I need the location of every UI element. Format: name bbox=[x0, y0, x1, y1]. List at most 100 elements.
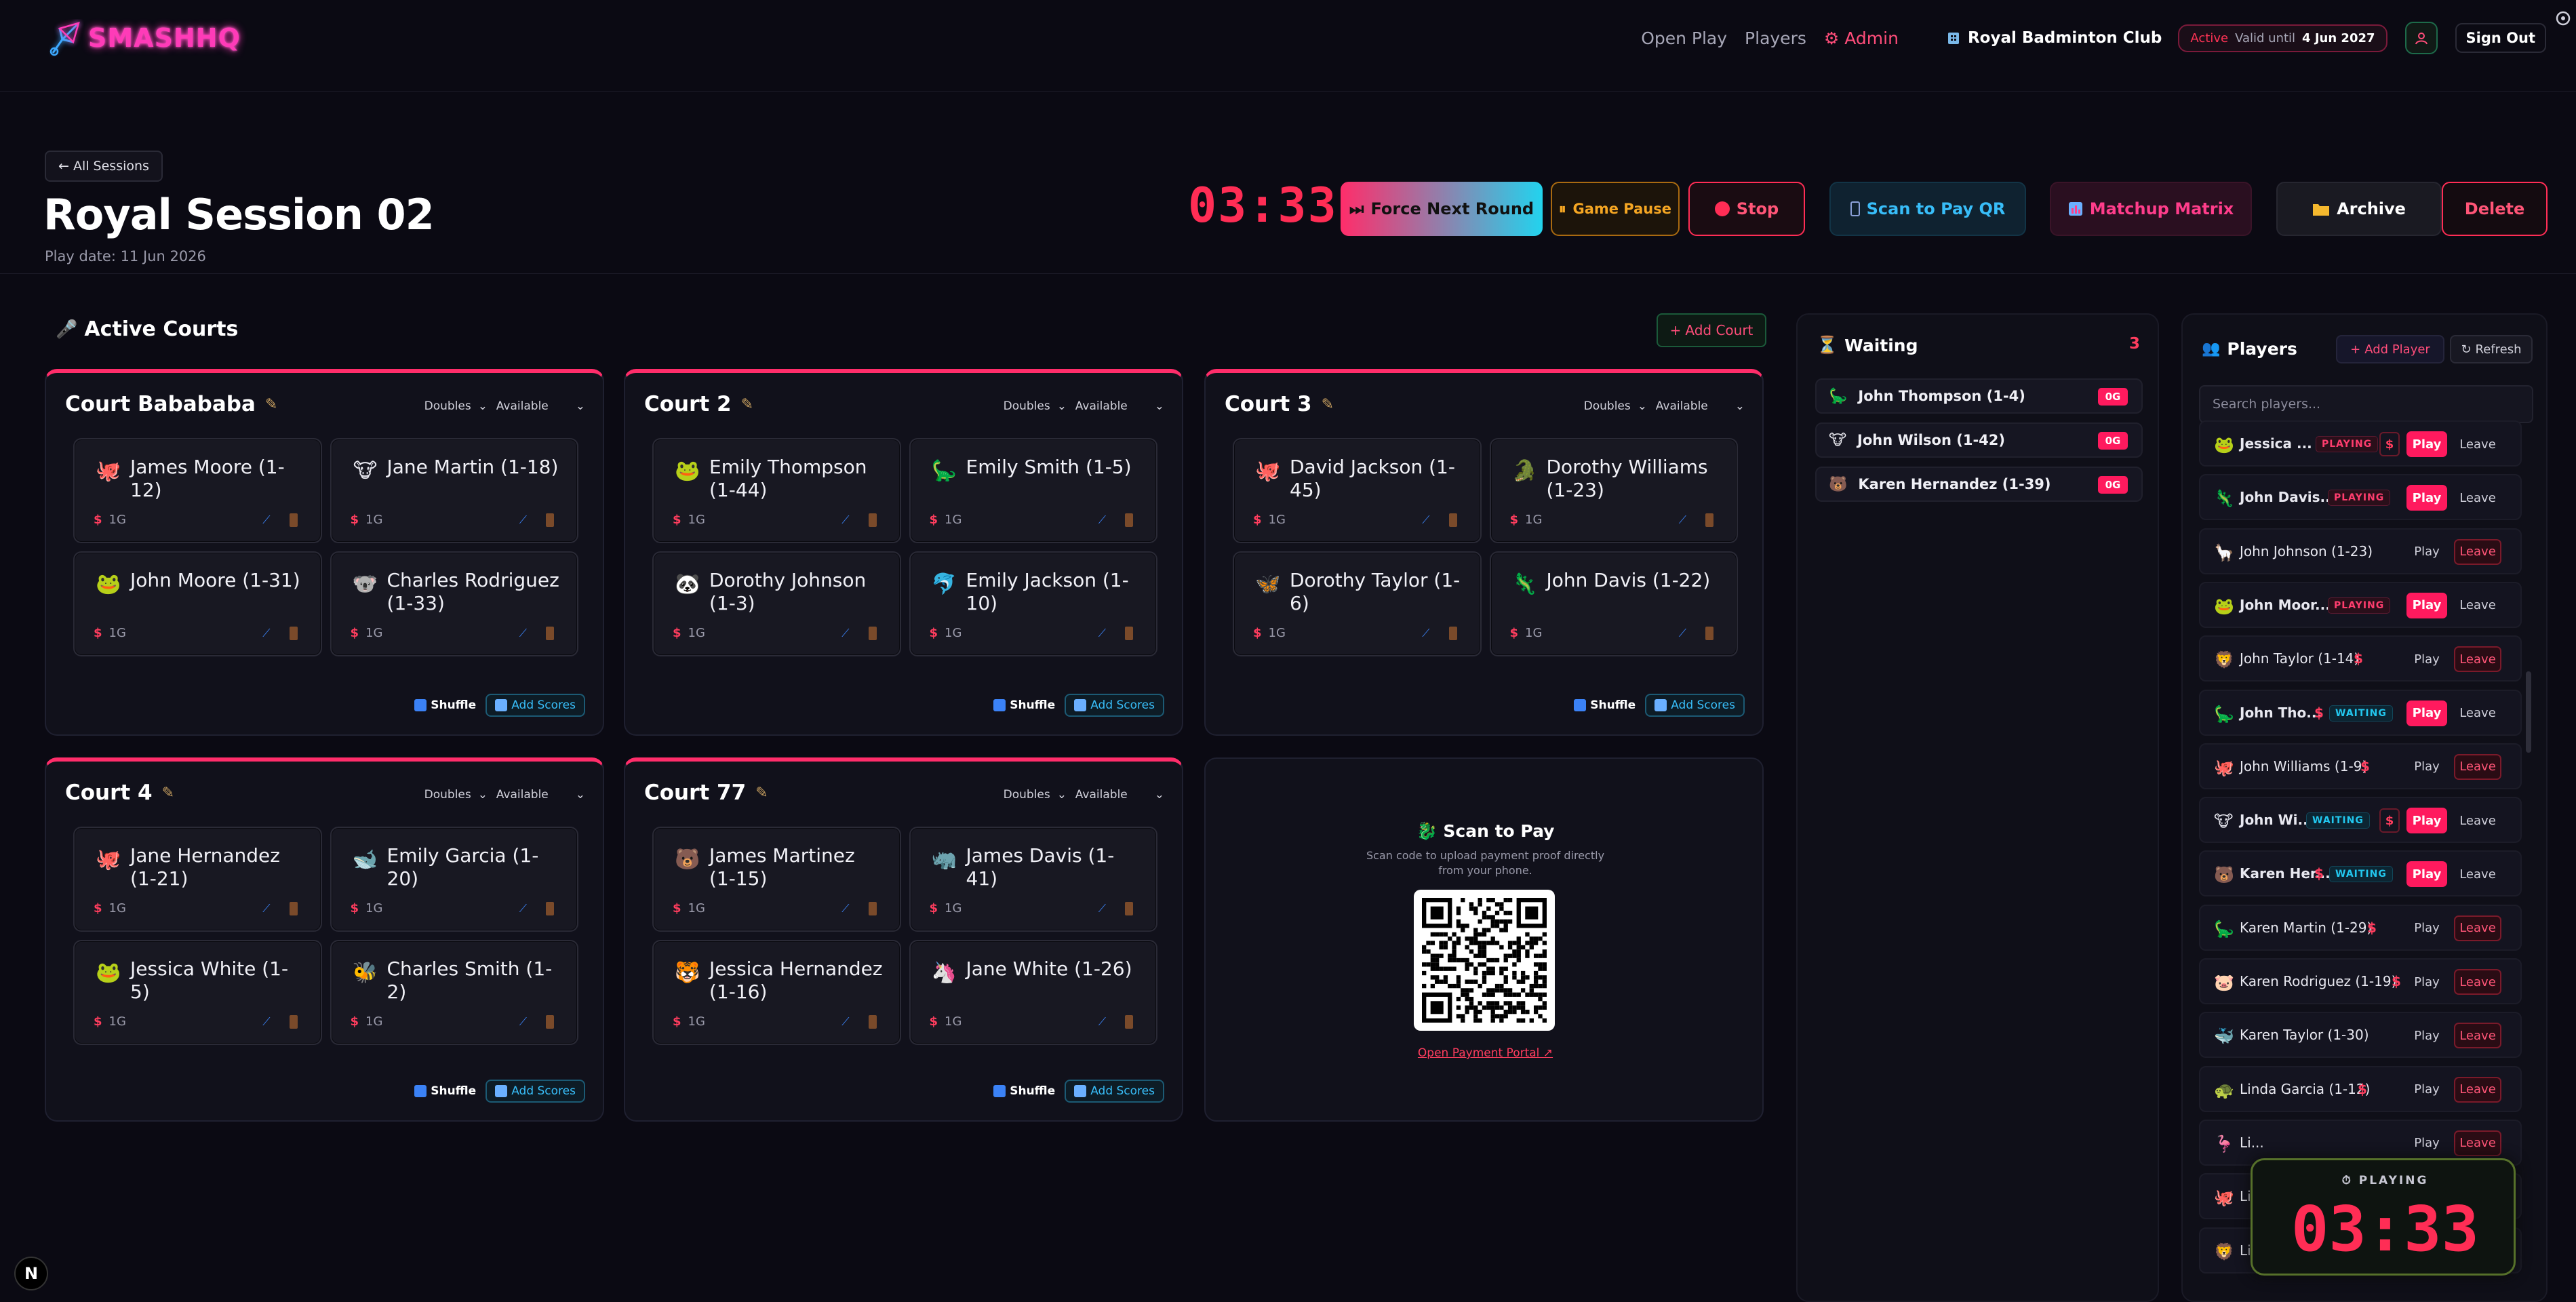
waiting-item[interactable]: 🦕 John Thompson (1-4) 0G bbox=[1815, 378, 2143, 414]
swap-icon[interactable]: ⟋ bbox=[1098, 902, 1106, 915]
force-next-round-button[interactable]: ⏭ Force Next Round bbox=[1341, 182, 1543, 236]
player-card[interactable]: 🐸 Jessica White (1-5) $1G ⟋ bbox=[73, 940, 322, 1045]
edit-pencil-icon[interactable]: ✎ bbox=[741, 396, 753, 413]
court-type-select[interactable]: Doubles ⌄ bbox=[424, 783, 488, 806]
player-card[interactable]: 🐻 James Martinez (1-15) $1G ⟋ bbox=[652, 827, 901, 932]
player-card[interactable]: 🐼 Dorothy Johnson (1-3) $1G ⟋ bbox=[652, 551, 901, 656]
add-scores-button[interactable]: Add Scores bbox=[486, 694, 585, 717]
player-card[interactable]: 🦕 Emily Smith (1-5) $1G ⟋ bbox=[909, 438, 1157, 543]
player-card[interactable]: 🦏 James Davis (1-41) $1G ⟋ bbox=[909, 827, 1157, 932]
swap-icon[interactable]: ⟋ bbox=[1679, 627, 1686, 640]
play-button[interactable]: Play bbox=[2406, 1077, 2447, 1103]
bench-icon[interactable] bbox=[868, 902, 877, 915]
swap-icon[interactable]: ⟋ bbox=[1679, 513, 1686, 527]
swap-icon[interactable]: ⟋ bbox=[519, 627, 527, 640]
nav-open-play[interactable]: Open Play bbox=[1641, 28, 1727, 48]
all-sessions-link[interactable]: ← All Sessions bbox=[45, 151, 163, 182]
swap-icon[interactable]: ⟋ bbox=[841, 1015, 849, 1029]
bench-icon[interactable] bbox=[546, 627, 554, 640]
shuffle-button[interactable]: Shuffle bbox=[414, 694, 476, 717]
bench-icon[interactable] bbox=[1125, 902, 1133, 915]
swap-icon[interactable]: ⟋ bbox=[262, 902, 270, 915]
player-card[interactable]: 🐙 Jane Hernandez (1-21) $1G ⟋ bbox=[73, 827, 322, 932]
leave-button[interactable]: Leave bbox=[2454, 646, 2501, 673]
swap-icon[interactable]: ⟋ bbox=[1422, 513, 1429, 527]
leave-button[interactable]: Leave bbox=[2454, 1130, 2501, 1156]
play-button[interactable]: Play bbox=[2406, 1130, 2447, 1156]
court-status-select[interactable]: Available ⌄ bbox=[1656, 395, 1745, 418]
edit-pencil-icon[interactable]: ✎ bbox=[755, 785, 768, 802]
delete-button[interactable]: Delete bbox=[2442, 182, 2548, 236]
bench-icon[interactable] bbox=[1705, 627, 1713, 640]
bench-icon[interactable] bbox=[1705, 513, 1713, 527]
swap-icon[interactable]: ⟋ bbox=[841, 513, 849, 527]
leave-button[interactable]: Leave bbox=[2454, 538, 2501, 565]
swap-icon[interactable]: ⟋ bbox=[1098, 513, 1106, 527]
leave-button[interactable]: Leave bbox=[2454, 808, 2501, 833]
swap-icon[interactable]: ⟋ bbox=[262, 1015, 270, 1029]
add-player-button[interactable]: + Add Player bbox=[2336, 335, 2444, 363]
leave-button[interactable]: Leave bbox=[2454, 431, 2501, 457]
bench-icon[interactable] bbox=[546, 1015, 554, 1029]
leave-button[interactable]: Leave bbox=[2454, 861, 2501, 887]
bench-icon[interactable] bbox=[1448, 513, 1457, 527]
player-card[interactable]: 🐨 Charles Rodriguez (1-33) $1G ⟋ bbox=[330, 551, 578, 656]
player-card[interactable]: 🐙 James Moore (1-12) $1G ⟋ bbox=[73, 438, 322, 543]
floating-timer[interactable]: ⏱ PLAYING 03:33 bbox=[2251, 1158, 2516, 1276]
bench-icon[interactable] bbox=[1125, 1015, 1133, 1029]
add-court-button[interactable]: + Add Court bbox=[1657, 313, 1766, 347]
court-status-select[interactable]: Available ⌄ bbox=[1075, 395, 1164, 418]
play-button[interactable]: Play bbox=[2406, 1023, 2447, 1048]
game-pause-button[interactable]: ⏸ Game Pause bbox=[1551, 182, 1680, 236]
swap-icon[interactable]: ⟋ bbox=[1098, 627, 1106, 640]
player-card[interactable]: 🐙 David Jackson (1-45) $1G ⟋ bbox=[1233, 438, 1482, 543]
court-type-select[interactable]: Doubles ⌄ bbox=[1004, 395, 1067, 418]
court-type-select[interactable]: Doubles ⌄ bbox=[1004, 783, 1067, 806]
play-button[interactable]: Play bbox=[2406, 915, 2447, 941]
matchup-matrix-button[interactable]: Matchup Matrix bbox=[2050, 182, 2252, 236]
archive-button[interactable]: Archive bbox=[2276, 182, 2442, 236]
play-button[interactable]: Play bbox=[2406, 539, 2447, 565]
bench-icon[interactable] bbox=[289, 627, 298, 640]
settings-gear-icon[interactable] bbox=[2554, 9, 2572, 27]
leave-button[interactable]: Leave bbox=[2454, 593, 2501, 618]
shuffle-button[interactable]: Shuffle bbox=[1574, 694, 1636, 717]
bench-icon[interactable] bbox=[1448, 627, 1457, 640]
add-scores-button[interactable]: Add Scores bbox=[1645, 694, 1745, 717]
player-card[interactable]: 🐮 Jane Martin (1-18) $1G ⟋ bbox=[330, 438, 578, 543]
leave-button[interactable]: Leave bbox=[2454, 485, 2501, 511]
swap-icon[interactable]: ⟋ bbox=[841, 627, 849, 640]
nav-admin[interactable]: ⚙ Admin bbox=[1824, 28, 1899, 48]
swap-icon[interactable]: ⟋ bbox=[262, 513, 270, 527]
dollar-icon[interactable]: $ bbox=[2379, 808, 2400, 833]
player-card[interactable]: 🦎 John Davis (1-22) $1G ⟋ bbox=[1489, 551, 1738, 656]
open-payment-portal-link[interactable]: Open Payment Portal ↗ bbox=[1206, 1046, 1765, 1060]
player-card[interactable]: 🦄 Jane White (1-26) $1G ⟋ bbox=[909, 940, 1157, 1045]
scan-to-pay-qr-button[interactable]: Scan to Pay QR bbox=[1829, 182, 2026, 236]
player-card[interactable]: 🐸 John Moore (1-31) $1G ⟋ bbox=[73, 551, 322, 656]
court-status-select[interactable]: Available ⌄ bbox=[496, 783, 585, 806]
nav-players[interactable]: Players bbox=[1745, 28, 1806, 48]
swap-icon[interactable]: ⟋ bbox=[519, 1015, 527, 1029]
leave-button[interactable]: Leave bbox=[2454, 1023, 2501, 1049]
bench-icon[interactable] bbox=[546, 513, 554, 527]
bench-icon[interactable] bbox=[868, 513, 877, 527]
sign-out-button[interactable]: Sign Out bbox=[2455, 23, 2546, 53]
swap-icon[interactable]: ⟋ bbox=[1098, 1015, 1106, 1029]
play-button[interactable]: Play bbox=[2406, 969, 2447, 995]
add-scores-button[interactable]: Add Scores bbox=[1065, 1080, 1164, 1103]
edit-pencil-icon[interactable]: ✎ bbox=[265, 396, 277, 413]
swap-icon[interactable]: ⟋ bbox=[841, 902, 849, 915]
swap-icon[interactable]: ⟋ bbox=[1422, 627, 1429, 640]
play-button[interactable]: Play bbox=[2406, 485, 2447, 511]
qr-code[interactable] bbox=[1414, 890, 1555, 1031]
shuffle-button[interactable]: Shuffle bbox=[993, 1080, 1055, 1103]
shuffle-button[interactable]: Shuffle bbox=[414, 1080, 476, 1103]
bench-icon[interactable] bbox=[1125, 513, 1133, 527]
play-button[interactable]: Play bbox=[2406, 754, 2447, 780]
add-scores-button[interactable]: Add Scores bbox=[1065, 694, 1164, 717]
bench-icon[interactable] bbox=[289, 513, 298, 527]
player-card[interactable]: 🐋 Emily Garcia (1-20) $1G ⟋ bbox=[330, 827, 578, 932]
shuffle-button[interactable]: Shuffle bbox=[993, 694, 1055, 717]
waiting-item[interactable]: 🐮 John Wilson (1-42) 0G bbox=[1815, 422, 2143, 458]
